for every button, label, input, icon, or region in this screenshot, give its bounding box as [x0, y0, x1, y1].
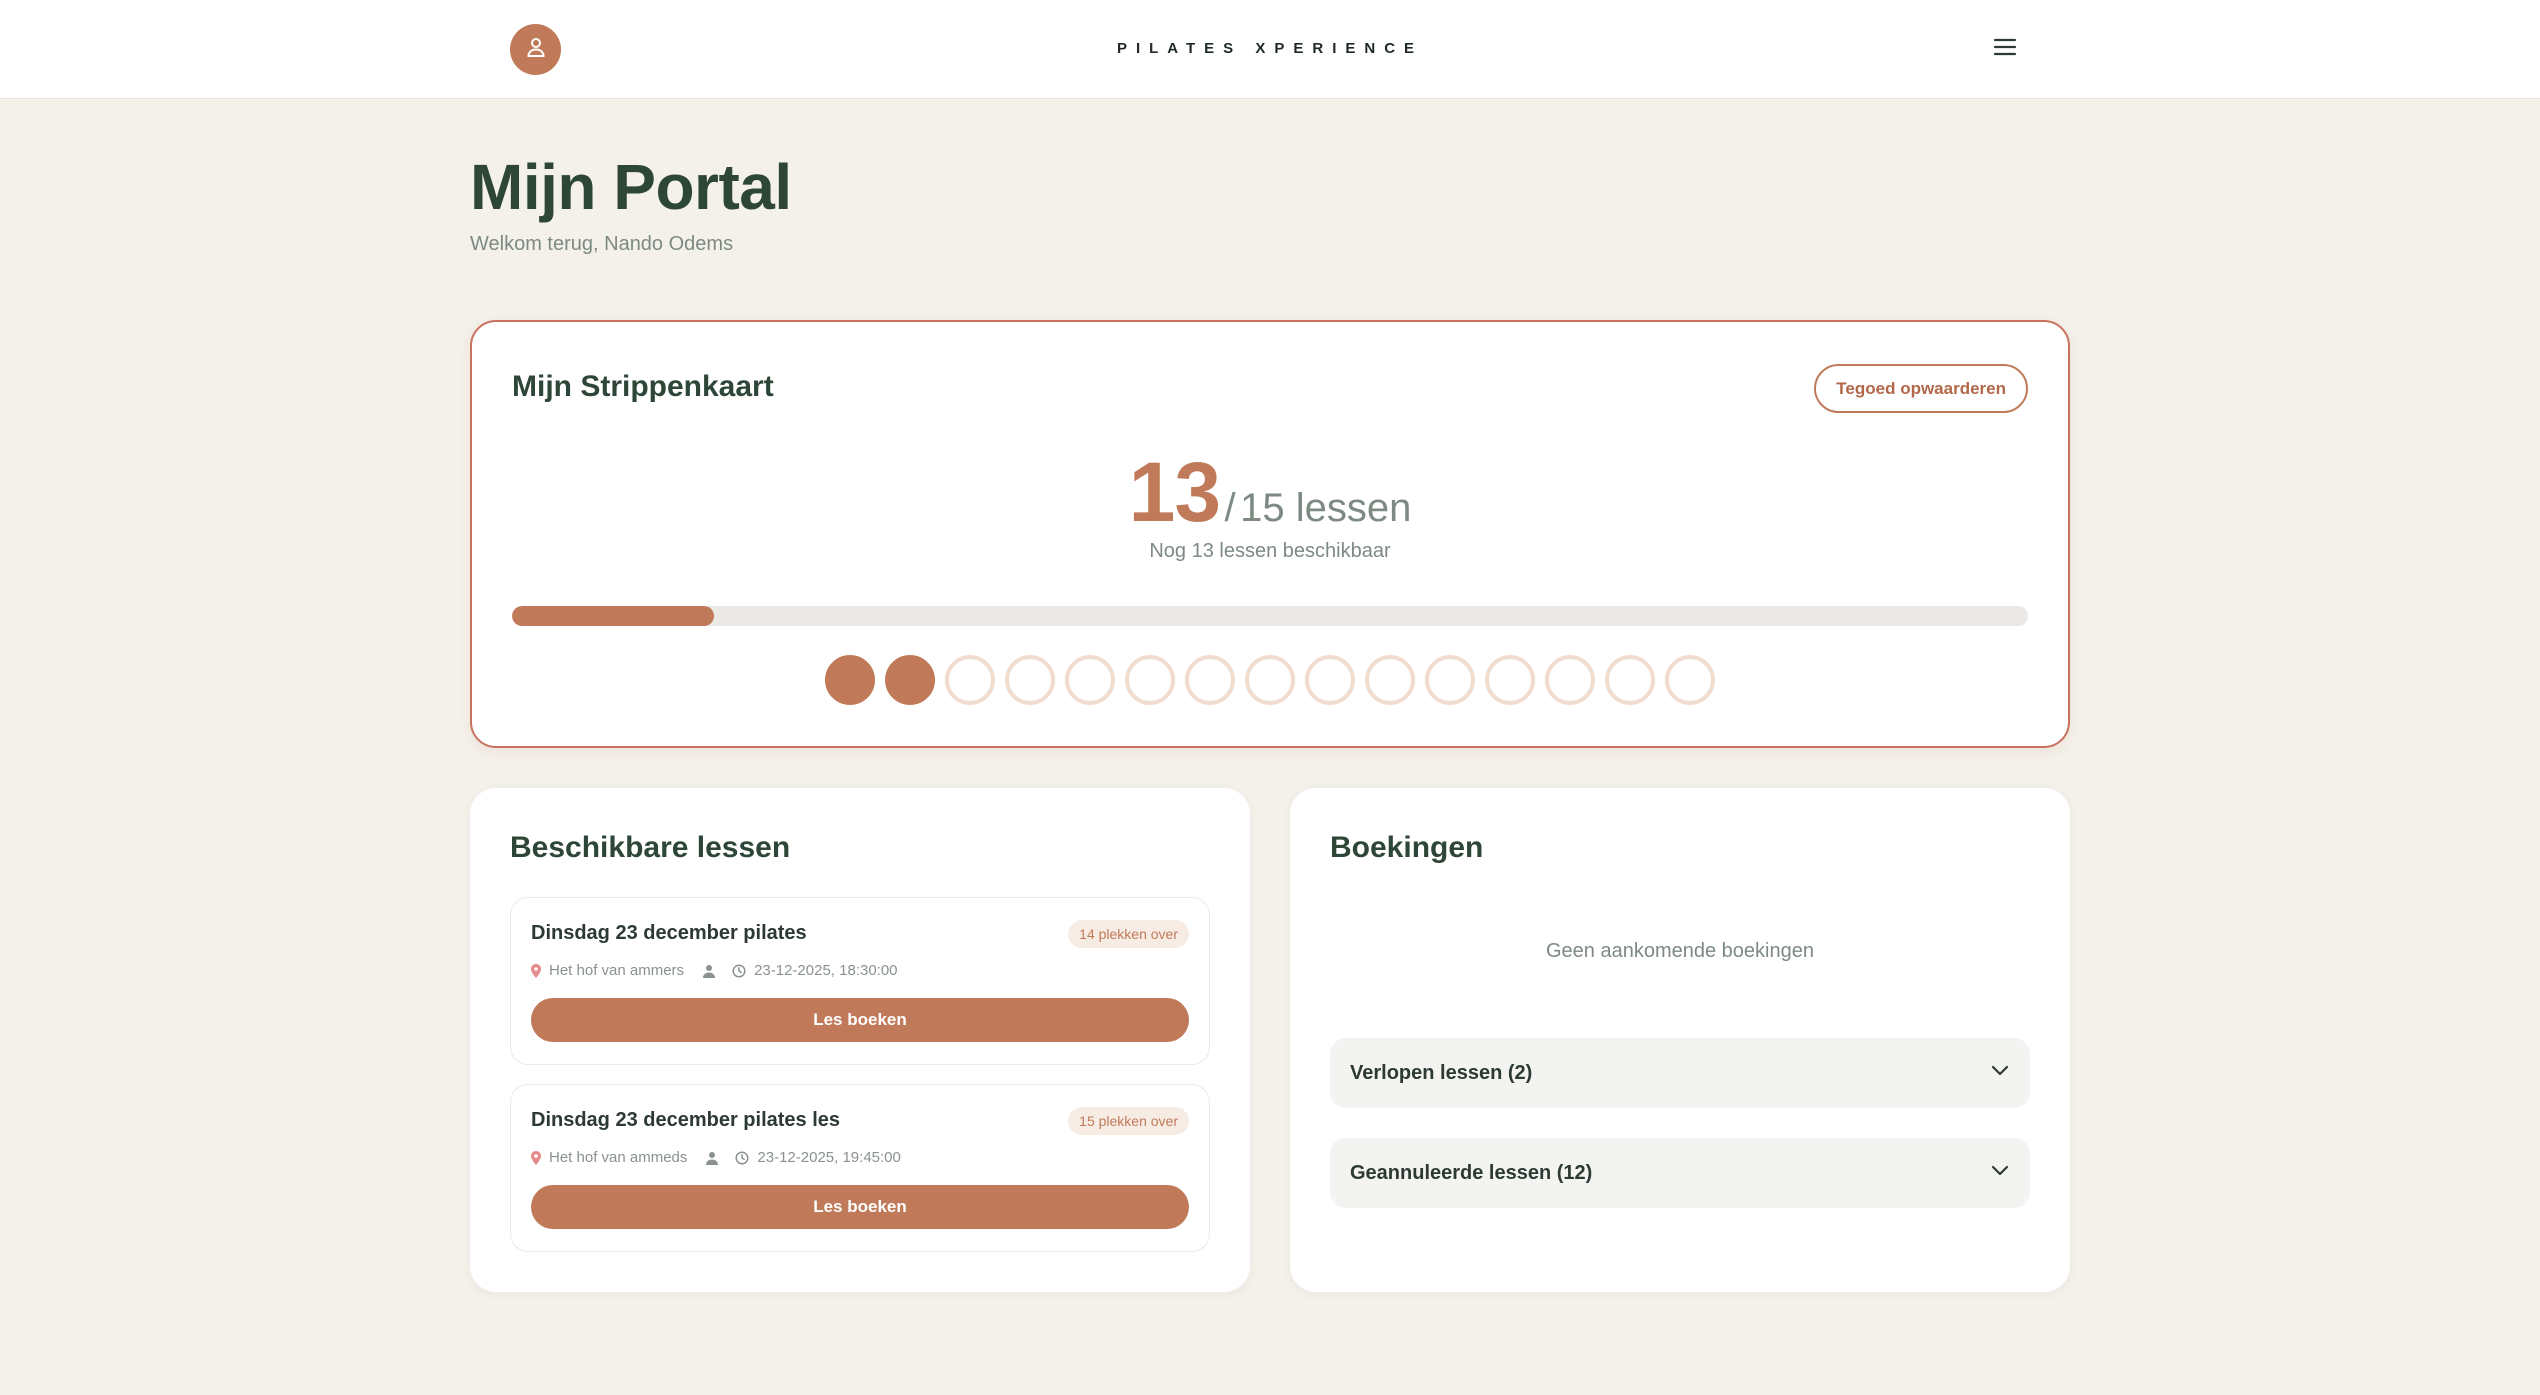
- cancelled-lessons-accordion[interactable]: Geannuleerde lessen (12): [1330, 1138, 2030, 1208]
- strip-dot-available: [1485, 655, 1535, 705]
- strip-dot-available: [1185, 655, 1235, 705]
- hamburger-menu-icon: [1993, 37, 2017, 62]
- person-icon: [702, 964, 716, 978]
- location-pin-icon: [531, 963, 541, 978]
- chevron-down-icon: [1990, 1064, 2010, 1082]
- total-lessons: 15 lessen: [1240, 486, 1412, 530]
- spots-badge: 15 plekken over: [1068, 1107, 1189, 1135]
- strip-dot-used: [885, 655, 935, 705]
- lesson-meta: Het hof van ammers 23-12-2025, 18:30:00: [531, 962, 898, 979]
- lesson-item: Dinsdag 23 december pilates les 15 plekk…: [510, 1084, 1210, 1252]
- strip-dot-available: [1545, 655, 1595, 705]
- strip-dot-available: [1005, 655, 1055, 705]
- lesson-location: Het hof van ammers: [549, 962, 685, 979]
- available-text: Nog 13 lessen beschikbaar: [1149, 540, 1391, 562]
- lesson-meta: Het hof van ammeds 23-12-2025, 19:45:00: [531, 1149, 901, 1166]
- lesson-datetime: 23-12-2025, 19:45:00: [757, 1149, 901, 1166]
- lesson-datetime: 23-12-2025, 18:30:00: [754, 962, 898, 979]
- no-bookings-text: Geen aankomende boekingen: [1546, 940, 1814, 962]
- strip-dot-available: [1365, 655, 1415, 705]
- welcome-text: Welkom terug, Nando Odems: [470, 233, 734, 255]
- strip-dot-available: [1305, 655, 1355, 705]
- remaining-count: 13: [1128, 445, 1221, 539]
- bookings-card: Boekingen Geen aankomende boekingen Verl…: [1290, 788, 2070, 1292]
- strip-dot-available: [1065, 655, 1115, 705]
- expired-lessons-label: Verlopen lessen (2): [1350, 1061, 1533, 1084]
- strip-dot-available: [1245, 655, 1295, 705]
- clock-icon: [732, 963, 746, 978]
- clock-icon: [735, 1150, 749, 1165]
- lesson-location: Het hof van ammeds: [549, 1149, 688, 1166]
- progress-bar: [512, 606, 2028, 626]
- available-lessons-title: Beschikbare lessen: [510, 831, 791, 864]
- progress-fill: [512, 606, 714, 626]
- topup-button[interactable]: Tegoed opwaarderen: [1814, 364, 2028, 413]
- brand-logo[interactable]: PILATES XPERIENCE: [0, 40, 2540, 57]
- book-lesson-button[interactable]: Les boeken: [531, 1185, 1189, 1229]
- strippenkaart-card: Mijn Strippenkaart Tegoed opwaarderen 13…: [470, 320, 2070, 748]
- top-bar: PILATES XPERIENCE: [0, 0, 2540, 99]
- lesson-title: Dinsdag 23 december pilates les: [531, 1109, 841, 1131]
- page-title: Mijn Portal: [470, 151, 792, 223]
- available-lessons-card: Beschikbare lessen Dinsdag 23 december p…: [470, 788, 1250, 1292]
- strip-dot-used: [825, 655, 875, 705]
- strip-dot-available: [1665, 655, 1715, 705]
- lesson-item: Dinsdag 23 december pilates 14 plekken o…: [510, 897, 1210, 1065]
- strip-dots: [472, 655, 2068, 705]
- chevron-down-icon: [1990, 1164, 2010, 1182]
- person-icon: [705, 1151, 719, 1165]
- strip-dot-available: [1605, 655, 1655, 705]
- strip-dot-available: [945, 655, 995, 705]
- counter-separator: /: [1224, 486, 1236, 530]
- location-pin-icon: [531, 1150, 541, 1165]
- strip-dot-available: [1125, 655, 1175, 705]
- bookings-title: Boekingen: [1330, 831, 1484, 864]
- menu-button[interactable]: [1990, 36, 2020, 62]
- strippenkaart-title: Mijn Strippenkaart: [512, 370, 774, 403]
- spots-badge: 14 plekken over: [1068, 920, 1189, 948]
- strip-dot-available: [1425, 655, 1475, 705]
- book-lesson-button[interactable]: Les boeken: [531, 998, 1189, 1042]
- cancelled-lessons-label: Geannuleerde lessen (12): [1350, 1161, 1593, 1184]
- lesson-title: Dinsdag 23 december pilates: [531, 922, 807, 944]
- lesson-counter: 13 / 15 lessen: [472, 444, 2068, 541]
- expired-lessons-accordion[interactable]: Verlopen lessen (2): [1330, 1038, 2030, 1108]
